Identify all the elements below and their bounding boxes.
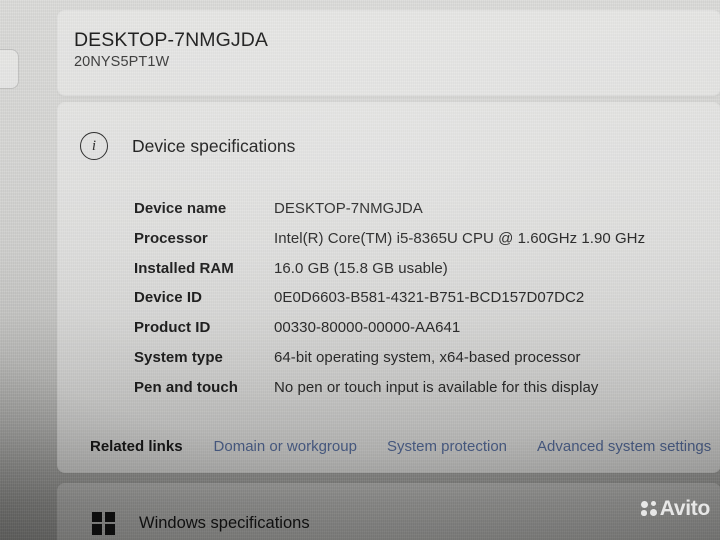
table-row: Pen and touch No pen or touch input is a… (134, 379, 714, 409)
link-system-protection[interactable]: System protection (387, 438, 507, 455)
table-row: Processor Intel(R) Core(TM) i5-8365U CPU… (134, 230, 714, 260)
windows-logo-icon (92, 511, 115, 535)
device-specifications-title: Device specifications (132, 135, 296, 156)
device-specifications-table: Device name DESKTOP-7NMGJDA Processor In… (134, 200, 714, 409)
spec-label: Installed RAM (134, 259, 234, 277)
spec-value: 16.0 GB (15.8 GB usable) (274, 259, 448, 277)
spec-label: Product ID (134, 319, 211, 337)
spec-value: 64-bit operating system, x64-based proce… (274, 348, 581, 366)
device-header-card (58, 11, 720, 95)
spec-label: Device ID (134, 289, 202, 307)
spec-value: 0E0D6603-B581-4321-B751-BCD157D07DC2 (274, 289, 585, 307)
related-links: Related links Domain or workgroup System… (90, 438, 711, 455)
spec-label: Pen and touch (134, 378, 238, 396)
settings-about-screen-photo: DESKTOP-7NMGJDA 20NYS5PT1W i Device spec… (0, 0, 720, 540)
spec-label: System type (134, 348, 223, 366)
spec-label: Processor (134, 229, 208, 247)
avito-wordmark: Avito (659, 497, 711, 520)
windows-specifications-title: Windows specifications (139, 513, 310, 532)
spec-value: 00330-80000-00000-AA641 (274, 319, 461, 337)
info-circle-icon: i (80, 132, 108, 160)
avito-watermark: Avito (640, 497, 711, 520)
device-model-subtitle: 20NYS5PT1W (74, 54, 170, 70)
spec-value: DESKTOP-7NMGJDA (274, 200, 423, 217)
related-links-label: Related links (90, 438, 183, 455)
table-row: Product ID 00330-80000-00000-AA641 (134, 319, 714, 349)
spec-value: Intel(R) Core(TM) i5-8365U CPU @ 1.60GHz… (274, 229, 646, 247)
windows-specifications-heading: Windows specifications (92, 508, 310, 538)
table-row: System type 64-bit operating system, x64… (134, 349, 714, 379)
link-domain-or-workgroup[interactable]: Domain or workgroup (214, 438, 357, 455)
spec-value: No pen or touch input is available for t… (274, 378, 599, 396)
offscreen-card-stub (0, 50, 18, 88)
avito-dots-icon (640, 500, 658, 517)
table-row: Device name DESKTOP-7NMGJDA (134, 200, 714, 230)
table-row: Installed RAM 16.0 GB (15.8 GB usable) (134, 260, 714, 290)
link-advanced-system-settings[interactable]: Advanced system settings (537, 438, 711, 455)
table-row: Device ID 0E0D6603-B581-4321-B751-BCD157… (134, 289, 714, 319)
page-title: DESKTOP-7NMGJDA (74, 29, 269, 51)
spec-label: Device name (134, 200, 227, 217)
device-specifications-heading: i Device specifications (80, 130, 295, 162)
